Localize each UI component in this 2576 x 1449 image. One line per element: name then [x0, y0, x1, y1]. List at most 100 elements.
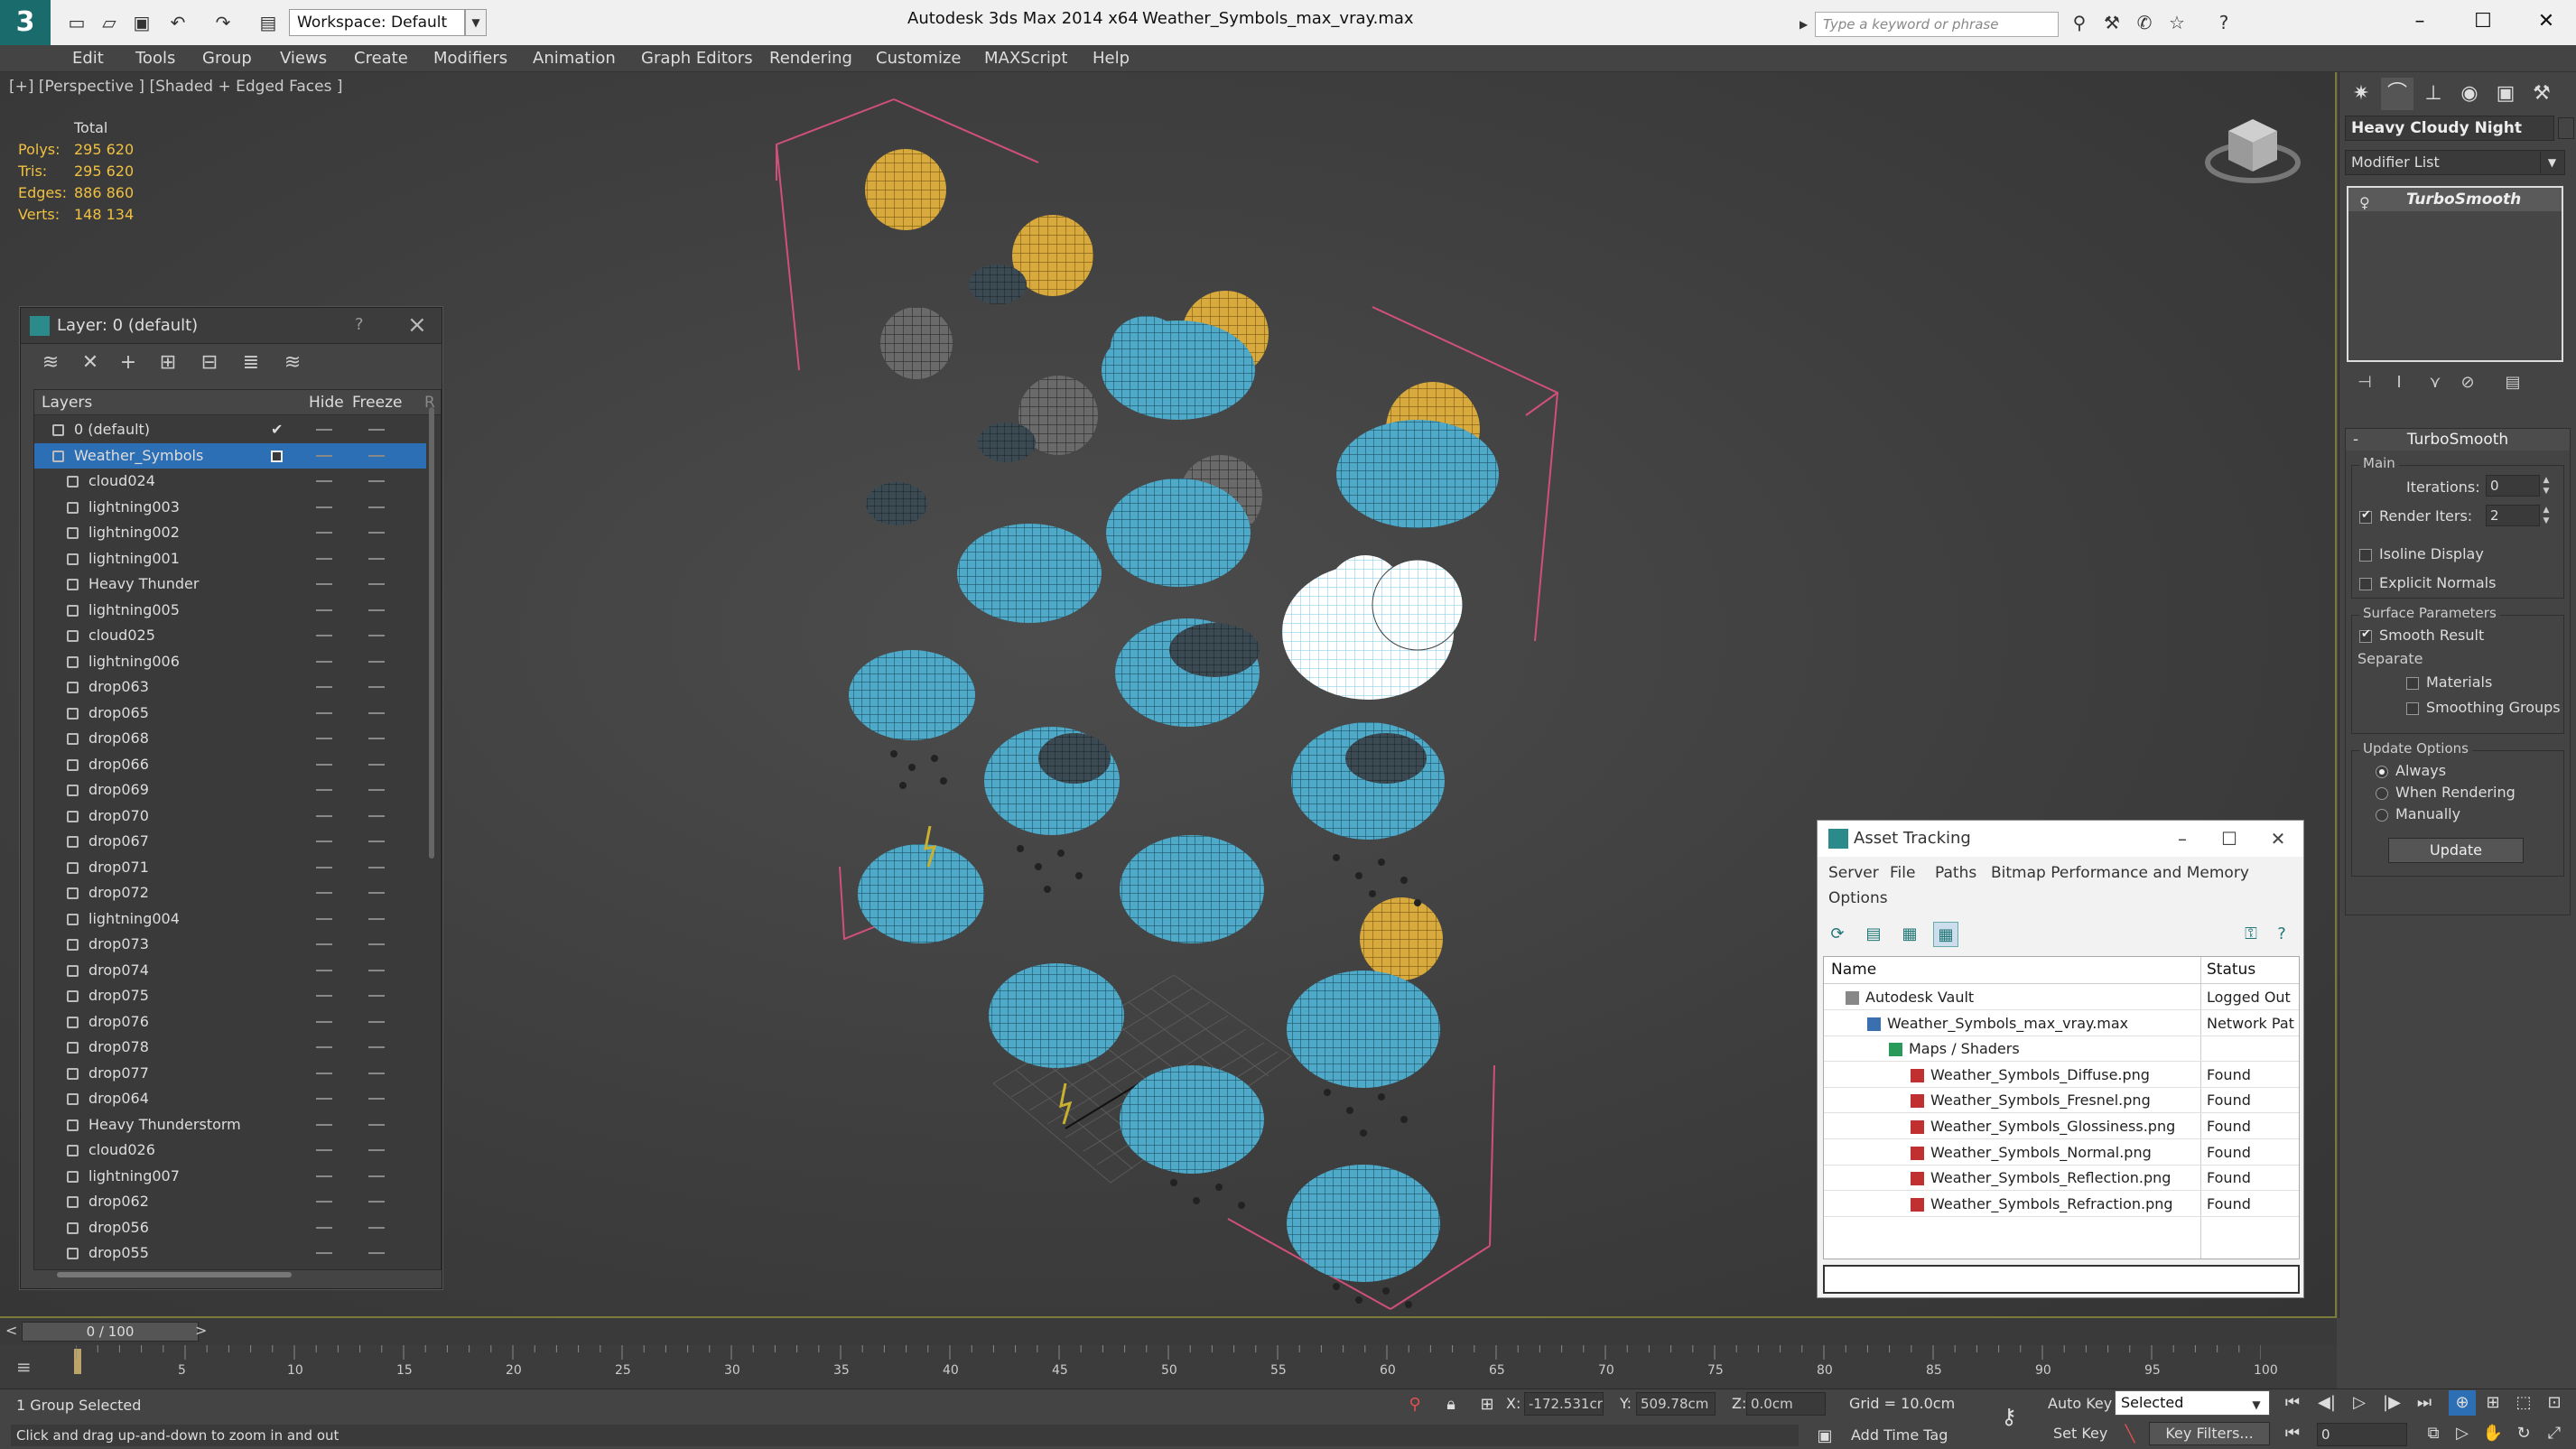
cloud-mesh[interactable] [858, 844, 984, 943]
materials-checkbox[interactable] [2406, 677, 2419, 690]
set-key-button[interactable]: Set Key [2053, 1425, 2107, 1442]
cloud-mesh[interactable] [1291, 722, 1445, 840]
rollout-title[interactable]: - TurboSmooth [2346, 429, 2570, 450]
asset-menu-server[interactable]: Server [1828, 864, 1879, 882]
freeze-toggle[interactable] [368, 789, 385, 791]
menu-rendering[interactable]: Rendering [769, 45, 852, 72]
menu-group[interactable]: Group [202, 45, 252, 72]
render-iters-spinner-arrows-icon[interactable]: ▲ ▼ [2540, 505, 2553, 526]
col-name[interactable]: Name [1831, 961, 1876, 979]
delete-layer-icon[interactable]: ✕ [79, 351, 102, 375]
layer-object-row[interactable]: drop063 [34, 674, 426, 700]
hide-toggle[interactable] [316, 1175, 332, 1177]
cloud-mesh[interactable] [1287, 971, 1440, 1088]
time-slider-thumb[interactable]: 0 / 100 [22, 1322, 199, 1342]
time-configuration-icon[interactable]: ⧉ [2420, 1421, 2447, 1446]
menu-modifiers[interactable]: Modifiers [433, 45, 507, 72]
hide-toggle[interactable] [316, 969, 332, 971]
freeze-toggle[interactable] [368, 1046, 385, 1048]
update-manually-radio[interactable] [2376, 809, 2388, 822]
curve-editor-icon[interactable]: ≡ [16, 1356, 43, 1378]
iterations-spinner-arrows-icon[interactable]: ▲ ▼ [2540, 475, 2553, 497]
collapse-icon[interactable]: - [2353, 429, 2358, 450]
dark-cloud[interactable] [866, 482, 927, 525]
freeze-toggle[interactable] [368, 557, 385, 560]
absolute-mode-icon[interactable]: ⊞ [1475, 1393, 1499, 1416]
hide-toggle[interactable] [316, 686, 332, 688]
cloud-mesh[interactable] [849, 650, 975, 740]
chevron-down-icon[interactable]: ▼ [2540, 151, 2563, 174]
layer-object-row[interactable]: drop067 [34, 829, 426, 854]
sun-sphere[interactable] [865, 149, 946, 230]
menu-graph-editors[interactable]: Graph Editors [641, 45, 753, 72]
modifier-stack-item[interactable]: ♀ TurboSmooth [2348, 188, 2562, 211]
layer-object-row[interactable]: drop078 [34, 1035, 426, 1060]
layer-object-row[interactable]: lightning007 [34, 1164, 426, 1189]
go-to-end-icon[interactable]: ⏭ [2411, 1390, 2438, 1416]
freeze-toggle[interactable] [368, 635, 385, 636]
chevron-down-icon[interactable]: ▼ [2245, 1393, 2268, 1416]
layer-object-row[interactable]: drop062 [34, 1189, 426, 1214]
moon-sphere[interactable] [880, 307, 953, 379]
hide-toggle[interactable] [316, 892, 332, 894]
freeze-toggle[interactable] [368, 660, 385, 663]
binoculars-icon[interactable]: ⚲ [2068, 11, 2091, 34]
cloud-mesh[interactable] [1287, 1165, 1440, 1282]
previous-frame-icon[interactable]: ◀| [2313, 1390, 2340, 1416]
menu-customize[interactable]: Customize [876, 45, 961, 72]
viewport-label-menu[interactable]: [+] [Perspective ] [Shaded + Edged Faces… [9, 78, 342, 96]
sun-sphere[interactable] [1360, 897, 1443, 980]
cloud-mesh[interactable] [989, 963, 1124, 1068]
asset-menu-options[interactable]: Options [1828, 889, 1888, 907]
freeze-toggle[interactable] [368, 1252, 385, 1254]
layer-object-row[interactable]: cloud025 [34, 623, 426, 648]
layer-object-row[interactable]: lightning005 [34, 598, 426, 623]
asset-row[interactable]: Weather_Symbols_Glossiness.png Found [1824, 1114, 2299, 1139]
render-iters-spinner[interactable]: 2 [2486, 505, 2540, 526]
update-button[interactable]: Update [2388, 838, 2524, 863]
layer-row[interactable]: 0 (default) ✔ [34, 417, 426, 442]
asset-window-titlebar[interactable]: Asset Tracking – ☐ ✕ [1818, 821, 2303, 857]
play-icon[interactable]: ▷ [2346, 1390, 2373, 1416]
layer-object-row[interactable]: drop072 [34, 880, 426, 906]
orbit-icon[interactable]: ↻ [2510, 1421, 2537, 1446]
hide-toggle[interactable] [316, 557, 332, 560]
asset-row[interactable]: Weather_Symbols_Reflection.png Found [1824, 1166, 2299, 1192]
hide-toggle[interactable] [316, 635, 332, 636]
minimize-icon[interactable]: – [2164, 824, 2200, 853]
freeze-toggle[interactable] [368, 763, 385, 766]
layer-object-row[interactable]: drop055 [34, 1240, 426, 1266]
object-name-field[interactable]: Heavy Cloudy Night [2345, 116, 2554, 141]
hide-toggle[interactable] [316, 1149, 332, 1151]
create-tab-icon[interactable]: ✷ [2345, 78, 2377, 110]
freeze-toggle[interactable] [368, 943, 385, 945]
freeze-toggle[interactable] [368, 1098, 385, 1100]
pin-stack-icon[interactable]: ⊣ [2354, 372, 2376, 394]
hide-toggle[interactable] [316, 917, 332, 920]
close-icon[interactable]: ✕ [2260, 824, 2296, 853]
time-slider[interactable]: < 0 / 100 > [0, 1318, 2337, 1345]
layer-object-row[interactable]: drop065 [34, 701, 426, 726]
subscription-icon[interactable]: ⚒ [2100, 11, 2124, 34]
asset-table[interactable]: Name Status Autodesk Vault Logged Out Weat… [1823, 956, 2300, 1259]
asset-menu-bitmap-performance[interactable]: Bitmap Performance and Memory [1991, 864, 2249, 882]
key-icon[interactable]: ⚷ [1997, 1405, 2021, 1428]
render-iters-checkbox[interactable] [2359, 508, 2372, 524]
layer-object-row[interactable]: drop069 [34, 777, 426, 803]
key-mode-icon[interactable]: ╲ [2118, 1423, 2142, 1446]
layer-object-row[interactable]: drop075 [34, 983, 426, 1008]
login-icon[interactable]: ⚿ [2238, 922, 2264, 947]
track-bar[interactable]: ≡ 5 10 15 20 25 30 35 40 45 50 55 60 65 70 75 80 85 90 95 1… [0, 1345, 2337, 1389]
hide-toggle[interactable] [316, 1020, 332, 1023]
layer-object-row[interactable]: drop066 [34, 752, 426, 777]
cloud-mesh[interactable] [1106, 478, 1251, 587]
update-when-rendering-radio[interactable] [2376, 787, 2388, 800]
motion-tab-icon[interactable]: ◉ [2453, 78, 2486, 110]
freeze-toggle[interactable] [368, 1175, 385, 1177]
workspace-dropdown[interactable]: Workspace: Default [289, 9, 465, 36]
col-freeze[interactable]: Freeze [352, 394, 402, 412]
favorites-star-icon[interactable]: ☆ [2165, 11, 2189, 34]
explicit-normals-checkbox[interactable] [2359, 578, 2372, 590]
select-layers-icon[interactable]: ⊟ [198, 351, 221, 375]
col-status[interactable]: Status [2207, 961, 2255, 979]
